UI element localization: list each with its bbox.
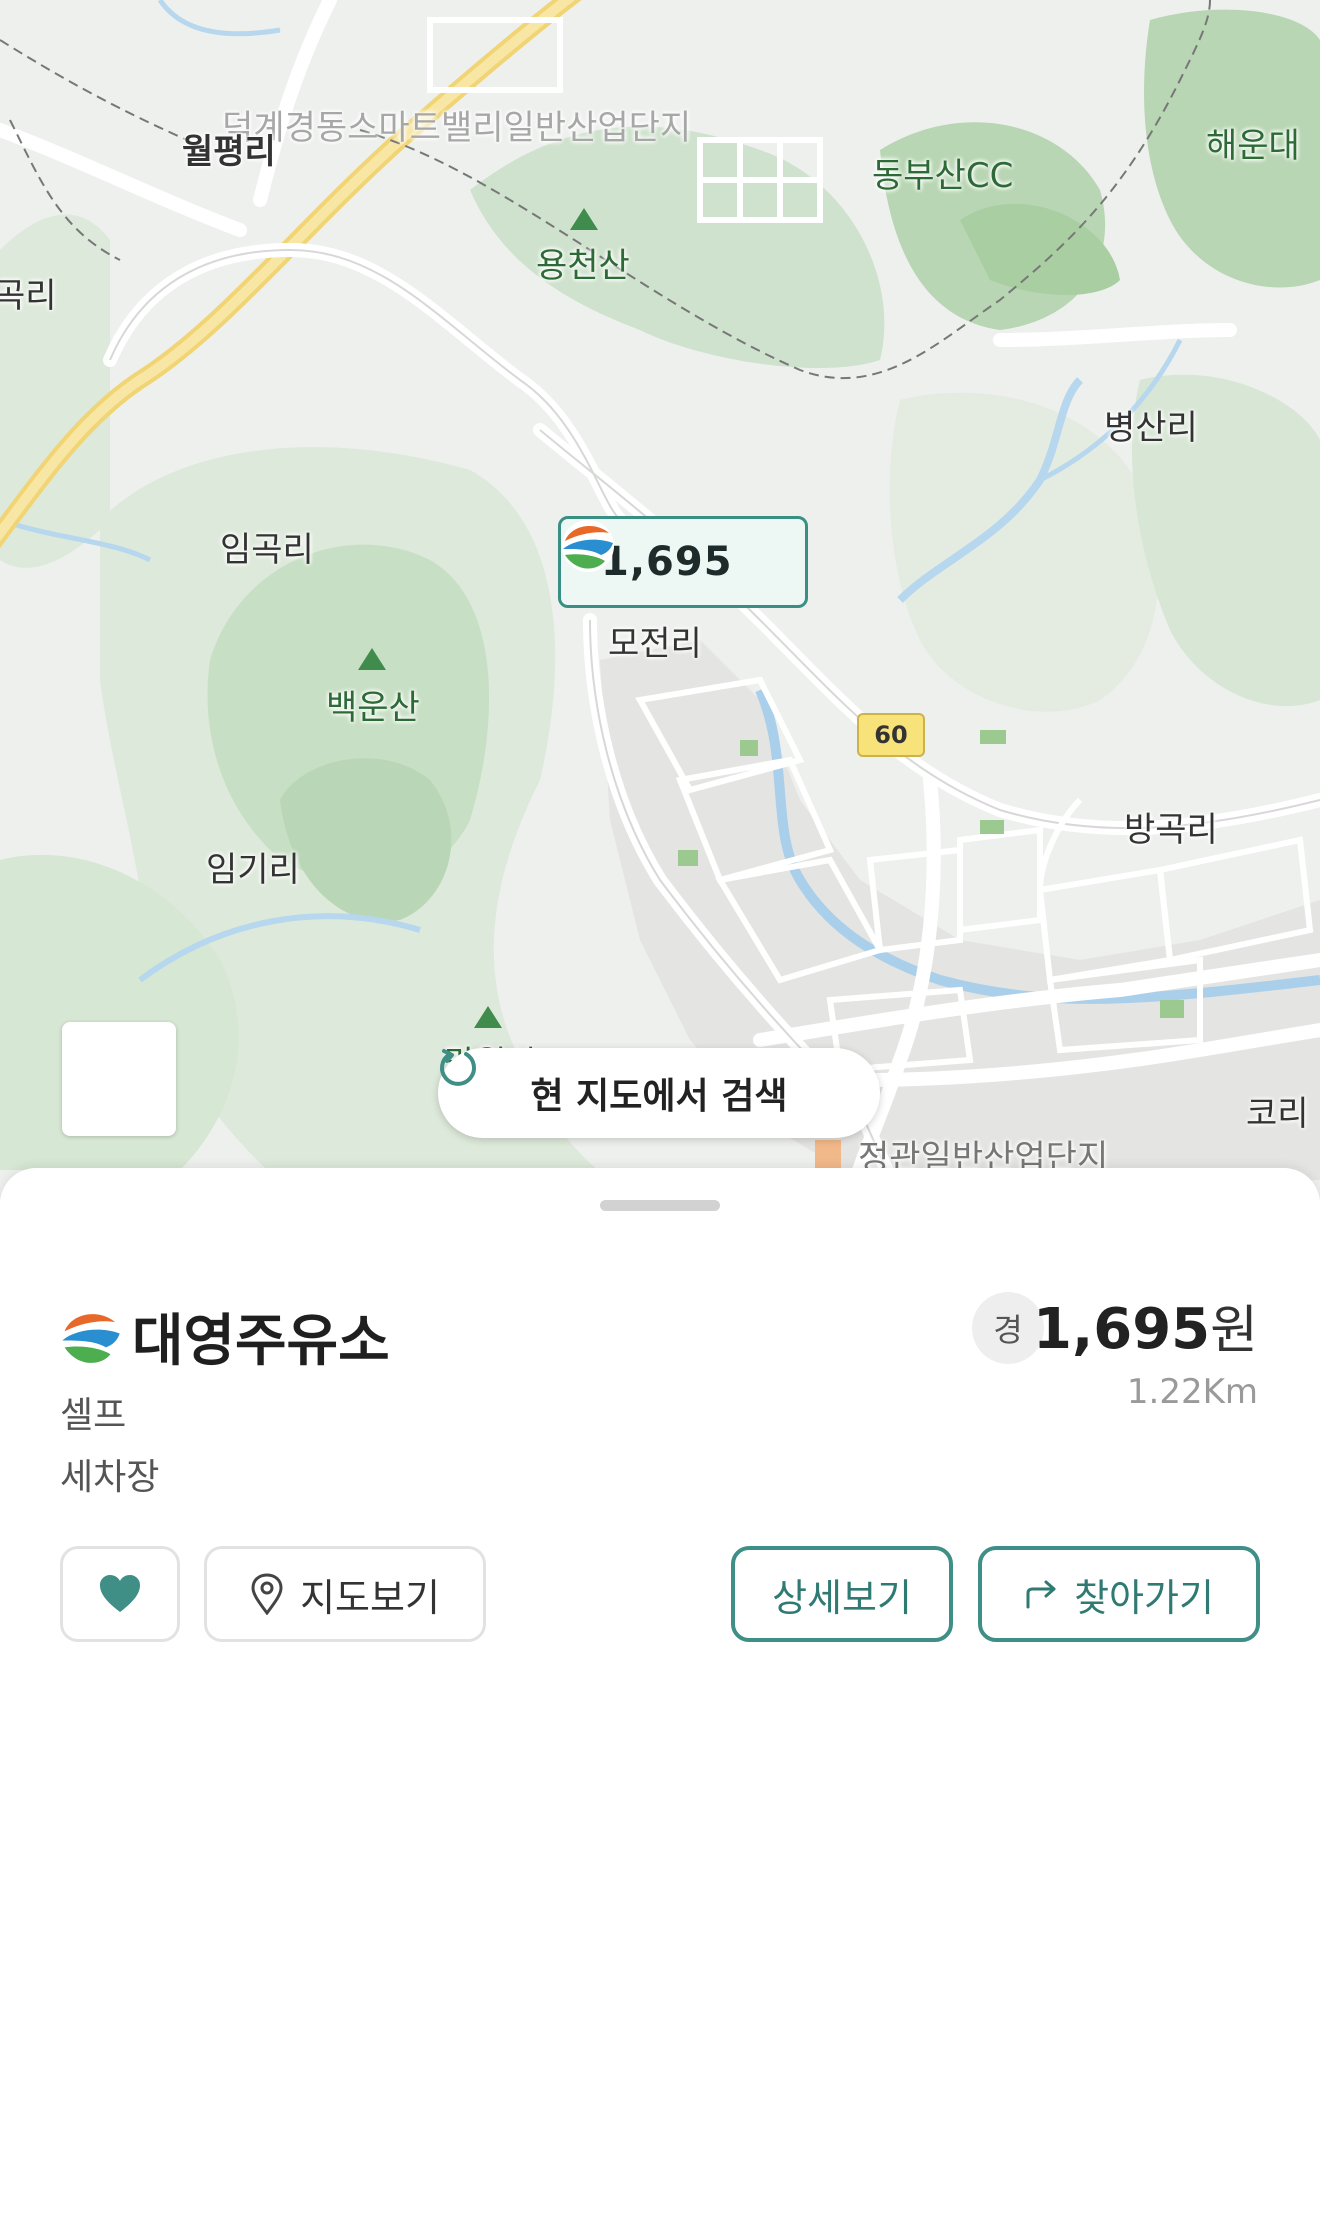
refresh-icon [440,1049,476,1086]
heart-icon [100,1575,140,1612]
station-price-value: 1,695 [1033,1297,1211,1362]
map-control-button[interactable] [62,1022,176,1136]
map-label-dongbusan-cc: 동부산CC [872,156,1014,196]
station-header: 대영주유소 [60,1296,390,1377]
search-this-area-button[interactable]: 현 지도에서 검색 [438,1048,880,1138]
map-label-imgi: 임기리 [206,850,300,890]
sheet-drag-handle[interactable] [600,1200,720,1211]
favorite-button[interactable] [60,1546,180,1642]
station-tag-carwash: 세차장 [60,1457,160,1498]
map-label-industrial-complex: 덕계경동스마트밸리일반산업단지 [222,108,692,148]
map-label-byeongsan: 병산리 [1104,408,1198,448]
gas-station-logo-icon [562,520,614,572]
marker-price: 1,695 [601,539,733,585]
mountain-peak-icon [474,1006,502,1028]
station-distance: 1.22Km [1126,1372,1258,1412]
map-label-imgok: 임곡리 [220,530,314,570]
location-pin-icon [251,1573,283,1615]
mountain-peak-icon [570,208,598,230]
map-label-bottom-right: 코리 [1246,1094,1309,1134]
mountain-peak-icon [358,648,386,670]
station-bottom-sheet: 대영주유소 셀프 세차장 경 1,695원 1.22Km 지도보기 상세보기 찾… [0,1168,1320,2214]
view-detail-label: 상세보기 [772,1575,912,1620]
view-detail-button[interactable]: 상세보기 [731,1546,953,1642]
search-this-area-label: 현 지도에서 검색 [530,1076,788,1117]
map-view[interactable]: 덕계경동스마트밸리일반산업단지 월평리 곡리 용천산 동부산CC 해운대 병산리… [0,0,1320,1200]
view-map-label: 지도보기 [300,1575,440,1620]
station-price-unit: 원 [1210,1301,1258,1361]
road-number-shield: 60 [857,713,925,757]
map-label-baegunsan: 백운산 [326,688,420,728]
station-price-marker[interactable]: 1,695 [558,516,808,608]
station-price: 1,695원 [1033,1288,1258,1363]
navigate-label: 찾아가기 [1074,1575,1214,1620]
map-label-wolpyeong: 월평리 [182,132,276,172]
station-name: 대영주유소 [132,1309,390,1374]
map-label-haeundae: 해운대 [1206,126,1300,166]
map-label-banggok: 방곡리 [1124,810,1218,850]
map-label-mojeon: 모전리 [608,624,702,664]
station-tag-self: 셀프 [60,1395,127,1436]
turn-right-arrow-icon [1026,1580,1056,1609]
gas-station-logo-icon [61,1306,121,1367]
navigate-button[interactable]: 찾아가기 [978,1546,1260,1642]
map-label-left-edge: 곡리 [0,276,57,316]
view-map-button[interactable]: 지도보기 [204,1546,486,1642]
map-label-yongcheonsan: 용천산 [536,246,630,286]
